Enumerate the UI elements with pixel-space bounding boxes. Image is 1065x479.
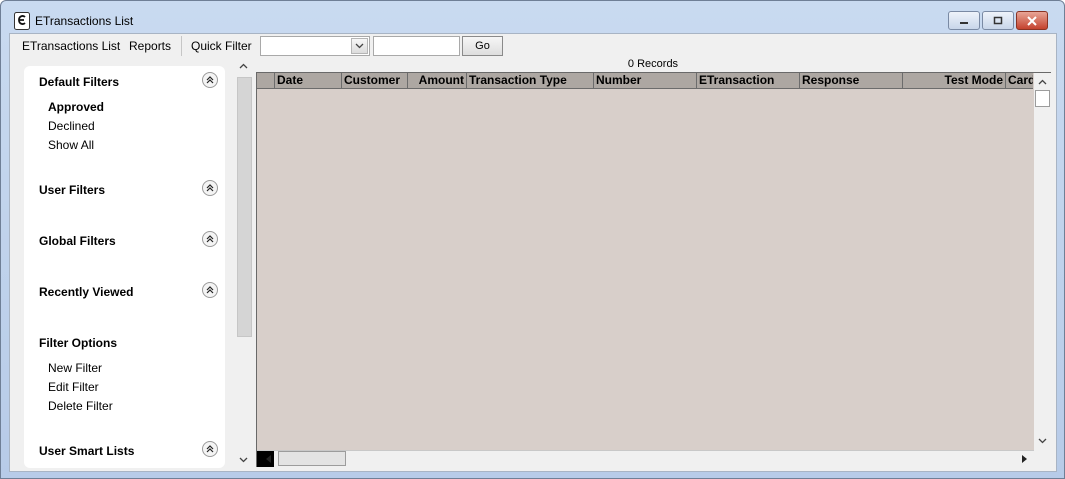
grid-horizontal-scrollbar[interactable] bbox=[257, 450, 1034, 467]
transactions-grid[interactable]: Date Customer Amount Transaction Type Nu… bbox=[256, 72, 1051, 467]
record-count: 0 Records bbox=[627, 58, 679, 70]
grid-vertical-scrollbar[interactable] bbox=[1034, 73, 1051, 451]
close-icon bbox=[1027, 15, 1037, 26]
grid-scroll-left-button[interactable] bbox=[260, 451, 277, 467]
window-title: ETransactions List bbox=[35, 14, 134, 28]
go-button[interactable]: Go bbox=[462, 36, 503, 56]
application-window: ETransactions List ETransactions List Re… bbox=[0, 0, 1065, 479]
grid-horizontal-scroll-thumb[interactable] bbox=[278, 451, 346, 466]
column-amount[interactable]: Amount bbox=[408, 73, 467, 88]
close-button[interactable] bbox=[1016, 11, 1048, 30]
user-smart-lists-title[interactable]: User Smart Lists bbox=[39, 444, 134, 458]
chevron-down-icon bbox=[355, 43, 364, 49]
triangle-right-icon bbox=[1021, 455, 1027, 463]
delete-filter-link[interactable]: Delete Filter bbox=[48, 399, 113, 413]
grid-scroll-up-button[interactable] bbox=[1034, 73, 1051, 90]
column-response[interactable]: Response bbox=[800, 73, 903, 88]
menu-etransactions-list[interactable]: ETransactions List bbox=[22, 39, 120, 53]
column-test-mode[interactable]: Test Mode bbox=[903, 73, 1006, 88]
user-filters-title[interactable]: User Filters bbox=[39, 183, 105, 197]
collapse-user-filters[interactable] bbox=[202, 180, 218, 196]
global-filters-title[interactable]: Global Filters bbox=[39, 234, 116, 248]
scroll-down-icon[interactable] bbox=[239, 457, 248, 463]
chevron-up-icon bbox=[1038, 79, 1047, 84]
grid-scroll-down-button[interactable] bbox=[1034, 432, 1051, 449]
grid-header: Date Customer Amount Transaction Type Nu… bbox=[257, 73, 1033, 89]
double-chevron-up-icon bbox=[206, 184, 214, 192]
column-customer[interactable]: Customer bbox=[342, 73, 408, 88]
quick-filter-select[interactable] bbox=[260, 36, 370, 56]
default-filters-title[interactable]: Default Filters bbox=[39, 75, 119, 89]
filter-show-all[interactable]: Show All bbox=[48, 138, 94, 152]
filter-approved[interactable]: Approved bbox=[48, 100, 104, 114]
recently-viewed-title[interactable]: Recently Viewed bbox=[39, 285, 134, 299]
double-chevron-up-icon bbox=[206, 76, 214, 84]
collapse-recently-viewed[interactable] bbox=[202, 282, 218, 298]
minimize-button[interactable] bbox=[948, 11, 980, 30]
menu-separator bbox=[181, 36, 182, 56]
filter-panel-scroll-thumb[interactable] bbox=[237, 77, 252, 337]
menu-bar: ETransactions List Reports Quick Filter … bbox=[10, 34, 1056, 59]
triangle-left-icon bbox=[265, 455, 271, 463]
grid-vertical-scroll-thumb[interactable] bbox=[1035, 90, 1050, 107]
double-chevron-up-icon bbox=[206, 445, 214, 453]
client-area: ETransactions List Reports Quick Filter … bbox=[9, 33, 1057, 472]
filter-declined[interactable]: Declined bbox=[48, 119, 95, 133]
column-transaction-type[interactable]: Transaction Type bbox=[467, 73, 594, 88]
scroll-up-icon[interactable] bbox=[239, 63, 248, 69]
edit-filter-link[interactable]: Edit Filter bbox=[48, 380, 99, 394]
menu-reports[interactable]: Reports bbox=[129, 39, 171, 53]
filter-options-title: Filter Options bbox=[39, 336, 117, 350]
double-chevron-up-icon bbox=[206, 235, 214, 243]
column-etransaction[interactable]: ETransaction bbox=[697, 73, 800, 88]
filter-panel: Default Filters Approved Declined Show A… bbox=[24, 66, 225, 468]
collapse-default-filters[interactable] bbox=[202, 72, 218, 88]
minimize-icon bbox=[960, 21, 968, 24]
column-number[interactable]: Number bbox=[594, 73, 697, 88]
restore-icon bbox=[993, 16, 1003, 25]
title-bar[interactable]: ETransactions List bbox=[1, 1, 1064, 33]
column-card[interactable]: Card bbox=[1006, 73, 1033, 88]
collapse-global-filters[interactable] bbox=[202, 231, 218, 247]
quick-filter-input[interactable] bbox=[373, 36, 460, 56]
chevron-down-icon bbox=[1038, 438, 1047, 443]
scrollbar-corner bbox=[1034, 450, 1051, 467]
collapse-user-smart-lists[interactable] bbox=[202, 441, 218, 457]
etransaction-app-icon bbox=[14, 12, 30, 30]
row-selector-header[interactable] bbox=[257, 73, 275, 89]
column-date[interactable]: Date bbox=[275, 73, 342, 88]
filter-panel-scrollbar[interactable] bbox=[235, 59, 253, 469]
restore-button[interactable] bbox=[982, 11, 1014, 30]
dropdown-arrow[interactable] bbox=[351, 38, 368, 54]
quick-filter-label: Quick Filter bbox=[191, 39, 252, 53]
double-chevron-up-icon bbox=[206, 286, 214, 294]
new-filter-link[interactable]: New Filter bbox=[48, 361, 102, 375]
grid-scroll-right-button[interactable] bbox=[1015, 451, 1032, 467]
